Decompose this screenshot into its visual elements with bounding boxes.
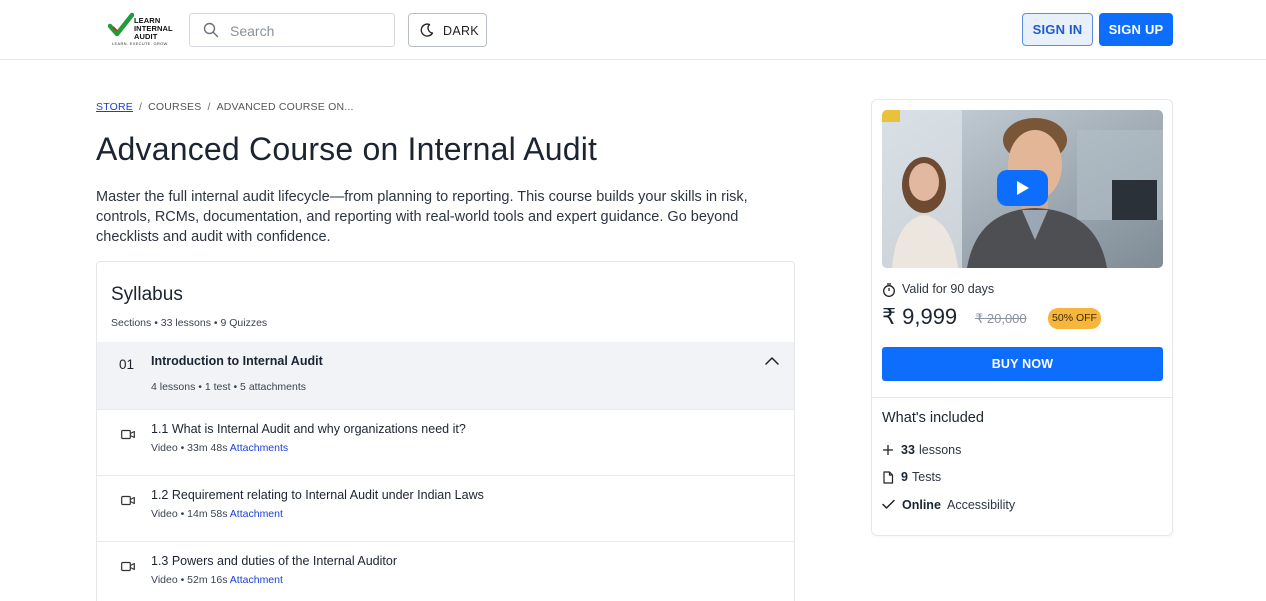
- page-title: Advanced Course on Internal Audit: [96, 131, 598, 167]
- plus-icon: [883, 445, 893, 455]
- breadcrumb-current: ADVANCED COURSE ON...: [216, 101, 354, 113]
- search-input[interactable]: [230, 21, 380, 41]
- logo-check-icon: [108, 12, 134, 37]
- original-price: ₹ 20,000: [975, 311, 1027, 326]
- dark-mode-label: DARK: [443, 24, 479, 38]
- discount-badge: 50% OFF: [1048, 308, 1101, 329]
- lessons-count: 33: [901, 443, 915, 457]
- sign-up-button[interactable]: SIGN UP: [1099, 13, 1173, 46]
- included-title: What's included: [882, 410, 984, 426]
- site-logo[interactable]: LEARN INTERNAL AUDIT LEARN. EXECUTE. GRO…: [108, 12, 174, 48]
- search-icon: [203, 22, 219, 38]
- dark-mode-button[interactable]: DARK: [408, 13, 487, 47]
- timer-icon: [883, 283, 895, 297]
- buy-now-button[interactable]: BUY NOW: [882, 347, 1163, 381]
- breadcrumb: STORE / COURSES / ADVANCED COURSE ON...: [96, 101, 354, 113]
- lesson-title[interactable]: 1.2 Requirement relating to Internal Aud…: [151, 488, 484, 502]
- moon-icon: [420, 23, 434, 37]
- card-divider: [872, 397, 1172, 398]
- course-description: Master the full internal audit lifecycle…: [96, 189, 748, 245]
- breadcrumb-courses[interactable]: COURSES: [148, 101, 201, 113]
- search-box[interactable]: [189, 13, 395, 47]
- accessibility-label: Accessibility: [947, 498, 1016, 512]
- breadcrumb-store-link[interactable]: STORE: [96, 101, 133, 113]
- validity-text: Valid for 90 days: [902, 282, 995, 296]
- section-meta: 4 lessons • 1 test • 5 attachments: [151, 381, 307, 393]
- sign-in-button[interactable]: SIGN IN: [1022, 13, 1093, 46]
- play-icon: [1017, 181, 1029, 195]
- document-icon: [883, 471, 894, 484]
- video-icon: [121, 495, 135, 506]
- breadcrumb-separator: /: [207, 101, 211, 113]
- top-header: LEARN INTERNAL AUDIT LEARN. EXECUTE. GRO…: [0, 0, 1266, 60]
- attachment-link[interactable]: Attachment: [230, 508, 283, 520]
- logo-tagline: LEARN. EXECUTE. GROW.: [112, 41, 169, 46]
- logo-wordmark: LEARN INTERNAL AUDIT: [134, 16, 173, 41]
- lesson-meta: Video • 52m 16s Attachment: [151, 574, 283, 586]
- tests-label: Tests: [912, 470, 942, 484]
- syllabus-section-header[interactable]: 01 Introduction to Internal Audit 4 less…: [97, 342, 794, 409]
- syllabus-card: Syllabus Sections • 33 lessons • 9 Quizz…: [96, 261, 795, 601]
- chevron-up-icon[interactable]: [765, 356, 779, 366]
- play-button[interactable]: [997, 170, 1048, 206]
- video-icon: [121, 429, 135, 440]
- breadcrumb-separator: /: [138, 101, 143, 113]
- lesson-item[interactable]: 1.2 Requirement relating to Internal Aud…: [97, 475, 794, 541]
- course-preview-video[interactable]: [882, 110, 1163, 268]
- lesson-item[interactable]: 1.1 What is Internal Audit and why organ…: [97, 409, 794, 475]
- attachment-link[interactable]: Attachments: [230, 442, 288, 454]
- section-title: Introduction to Internal Audit: [151, 354, 323, 368]
- lesson-title[interactable]: 1.1 What is Internal Audit and why organ…: [151, 422, 466, 436]
- lesson-item[interactable]: 1.3 Powers and duties of the Internal Au…: [97, 541, 794, 601]
- tests-count: 9: [901, 470, 908, 484]
- syllabus-title: Syllabus: [111, 284, 183, 305]
- lesson-meta: Video • 14m 58s Attachment: [151, 508, 283, 520]
- section-number: 01: [119, 357, 135, 372]
- accessibility-value: Online: [902, 498, 941, 512]
- course-purchase-card: Valid for 90 days ₹ 9,999 ₹ 20,000 50% O…: [871, 99, 1173, 536]
- lesson-title[interactable]: 1.3 Powers and duties of the Internal Au…: [151, 554, 397, 568]
- video-icon: [121, 561, 135, 572]
- lessons-label: lessons: [919, 443, 962, 457]
- check-icon: [882, 499, 895, 509]
- current-price: ₹ 9,999: [882, 304, 958, 329]
- syllabus-meta: Sections • 33 lessons • 9 Quizzes: [111, 317, 268, 329]
- attachment-link[interactable]: Attachment: [230, 574, 283, 586]
- lesson-meta: Video • 33m 48s Attachments: [151, 442, 289, 454]
